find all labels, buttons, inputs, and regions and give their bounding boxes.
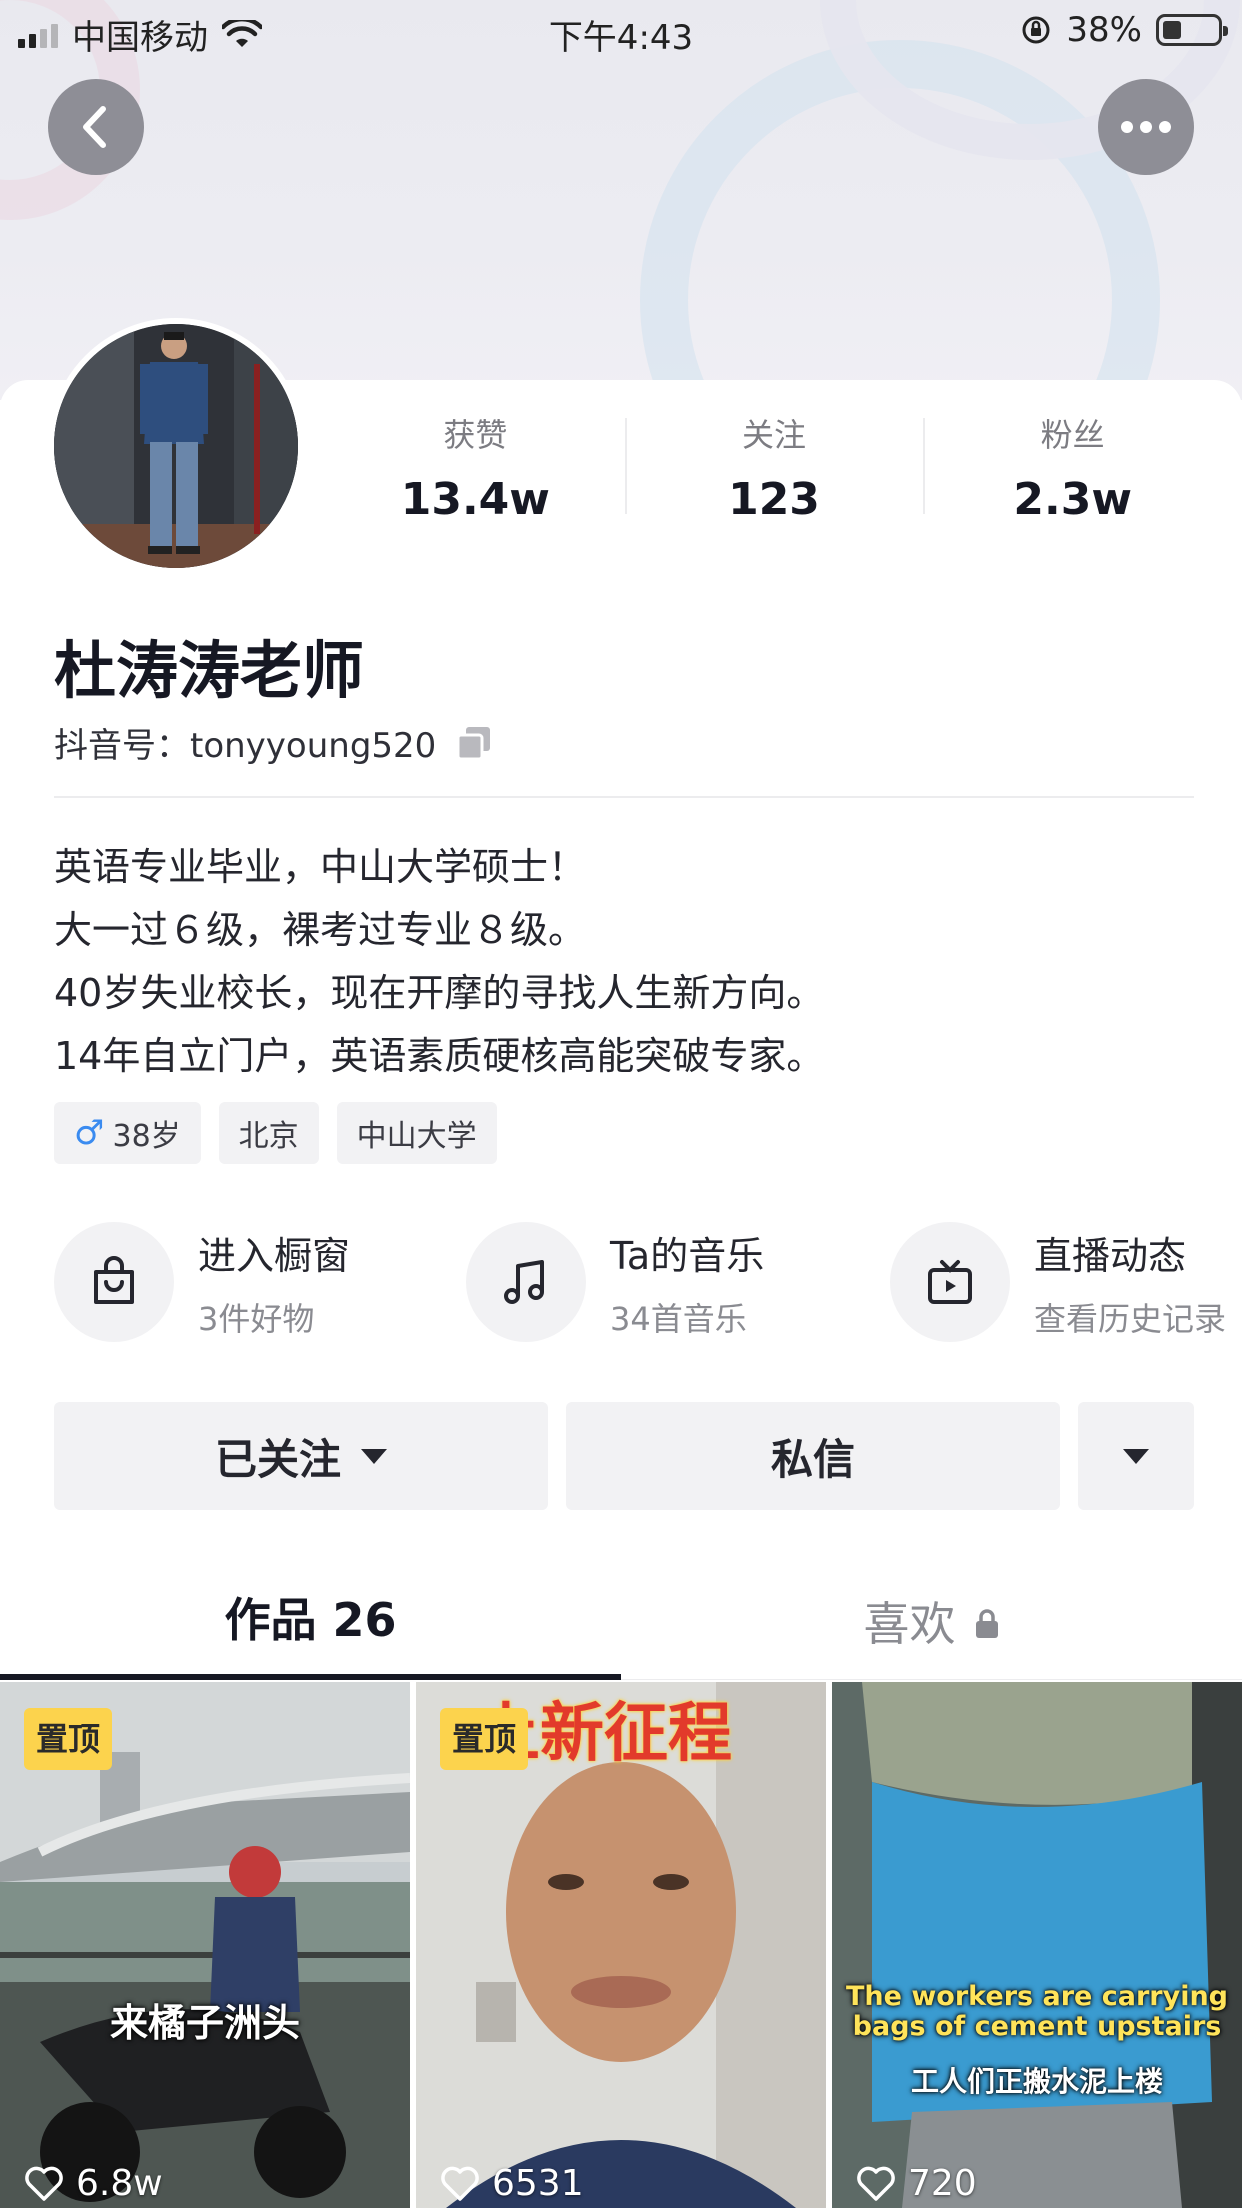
video-likes: 6531 xyxy=(440,2163,584,2204)
pinned-badge: 置顶 xyxy=(24,1708,113,1770)
douyin-id: 抖音号：tonyyoung520 xyxy=(54,718,492,767)
profile-actions: 已关注 私信 xyxy=(54,1402,1194,1510)
caret-down-icon xyxy=(1123,1448,1149,1464)
douyin-id-text: 抖音号：tonyyoung520 xyxy=(54,726,437,766)
tab-likes-label: 喜欢 xyxy=(863,1597,956,1651)
caret-down-icon xyxy=(361,1448,387,1464)
video-caption-english: The workers are carrying bags of cement … xyxy=(846,1981,1228,2042)
lock-icon xyxy=(975,1609,998,1638)
followed-label: 已关注 xyxy=(214,1434,341,1484)
tab-likes[interactable]: 喜欢 xyxy=(621,1568,1242,1680)
entry-title: 直播动态 xyxy=(1034,1233,1187,1278)
following-stat[interactable]: 关注 123 xyxy=(624,410,924,540)
bio-line: 大一过６级，裸考过专业８级。 xyxy=(54,908,587,952)
entry-subtitle: 查看历史记录 xyxy=(1034,1299,1227,1338)
like-count: 6.8w xyxy=(76,2163,163,2204)
more-button[interactable] xyxy=(1098,79,1194,175)
entry-shop-window[interactable]: 进入橱窗 3件好物 xyxy=(54,1222,350,1342)
stat-value: 2.3w xyxy=(1013,474,1132,525)
tag-label: 中山大学 xyxy=(356,1119,477,1154)
message-button[interactable]: 私信 xyxy=(566,1402,1060,1510)
bio-line: 英语专业毕业，中山大学硕士！ xyxy=(54,845,587,889)
age-tag: ♂ 38岁 xyxy=(54,1102,201,1164)
heart-icon xyxy=(857,2166,895,2201)
music-note-icon xyxy=(466,1222,586,1342)
divider xyxy=(54,796,1194,798)
profile-bio: 英语专业毕业，中山大学硕士！ 大一过６级，裸考过专业８级。 40岁失业校长，现在… xyxy=(54,836,824,1088)
location-tag: 北京 xyxy=(218,1102,319,1164)
tag-label: 北京 xyxy=(238,1119,299,1154)
like-count: 6531 xyxy=(492,2163,584,2204)
stat-value: 123 xyxy=(728,474,820,525)
video-cover xyxy=(832,1682,1242,2208)
status-bar: 中国移动 下午4:43 38% xyxy=(0,0,1242,62)
more-dots-icon xyxy=(1121,121,1171,133)
entry-title: 进入橱窗 xyxy=(198,1233,351,1278)
video-grid: 置顶 来橘子洲头 6.8w 上新征程 置顶 6531 The workers a… xyxy=(0,1682,1242,2208)
entry-subtitle: 3件好物 xyxy=(198,1299,315,1338)
feature-entries: 进入橱窗 3件好物 Ta的音乐 34首音乐 直播动态 查看历史记录 xyxy=(54,1222,1242,1348)
profile-name: 杜涛涛老师 xyxy=(54,634,365,707)
video-thumbnail[interactable]: 置顶 来橘子洲头 6.8w xyxy=(0,1682,410,2208)
video-caption: 来橘子洲头 xyxy=(109,2001,300,2045)
tv-icon xyxy=(890,1222,1010,1342)
bio-line: 40岁失业校长，现在开摩的寻找人生新方向。 xyxy=(54,971,825,1015)
tab-works[interactable]: 作品 26 xyxy=(0,1568,621,1680)
message-label: 私信 xyxy=(770,1434,855,1484)
entry-title: Ta的音乐 xyxy=(610,1233,765,1278)
heart-icon xyxy=(441,2166,479,2201)
likes-stat[interactable]: 获赞 13.4w xyxy=(326,410,625,540)
avatar[interactable] xyxy=(48,318,304,574)
followers-stat[interactable]: 粉丝 2.3w xyxy=(923,410,1222,540)
stat-label: 获赞 xyxy=(443,416,508,454)
recommend-dropdown-button[interactable] xyxy=(1078,1402,1194,1510)
video-caption: 工人们正搬水泥上楼 xyxy=(910,2065,1163,2098)
video-thumbnail[interactable]: The workers are carrying bags of cement … xyxy=(832,1682,1242,2208)
stat-label: 关注 xyxy=(742,416,807,454)
video-thumbnail[interactable]: 上新征程 置顶 6531 xyxy=(416,1682,826,2208)
stat-label: 粉丝 xyxy=(1040,416,1105,454)
bio-line: 14年自立门户，英语素质硬核高能突破专家。 xyxy=(54,1034,825,1078)
avatar-photo xyxy=(54,324,298,568)
copy-icon[interactable] xyxy=(456,725,492,761)
school-tag: 中山大学 xyxy=(336,1102,497,1164)
pinned-badge: 置顶 xyxy=(440,1708,529,1770)
like-count: 720 xyxy=(908,2163,977,2204)
profile-stats: 获赞 13.4w 关注 123 粉丝 2.3w xyxy=(326,410,1222,540)
male-icon: ♂ xyxy=(74,1113,105,1153)
profile-tags: ♂ 38岁 北京 中山大学 xyxy=(54,1102,497,1164)
battery-icon xyxy=(1156,14,1228,46)
video-likes: 720 xyxy=(856,2163,977,2204)
heart-icon xyxy=(25,2166,63,2201)
entry-subtitle: 34首音乐 xyxy=(610,1299,747,1338)
stat-value: 13.4w xyxy=(400,474,550,525)
chevron-left-icon xyxy=(83,106,106,148)
entry-music[interactable]: Ta的音乐 34首音乐 xyxy=(466,1222,764,1342)
back-button[interactable] xyxy=(48,79,144,175)
video-likes: 6.8w xyxy=(24,2163,163,2204)
battery-percent: 38% xyxy=(1066,10,1142,50)
rotation-lock-icon xyxy=(1022,16,1050,44)
content-tabs: 作品 26 喜欢 xyxy=(0,1568,1242,1680)
followed-button[interactable]: 已关注 xyxy=(54,1402,548,1510)
tag-label: 38岁 xyxy=(112,1119,181,1154)
shopping-bag-icon xyxy=(54,1222,174,1342)
active-tab-indicator xyxy=(0,1674,621,1680)
entry-live[interactable]: 直播动态 查看历史记录 xyxy=(890,1222,1226,1342)
